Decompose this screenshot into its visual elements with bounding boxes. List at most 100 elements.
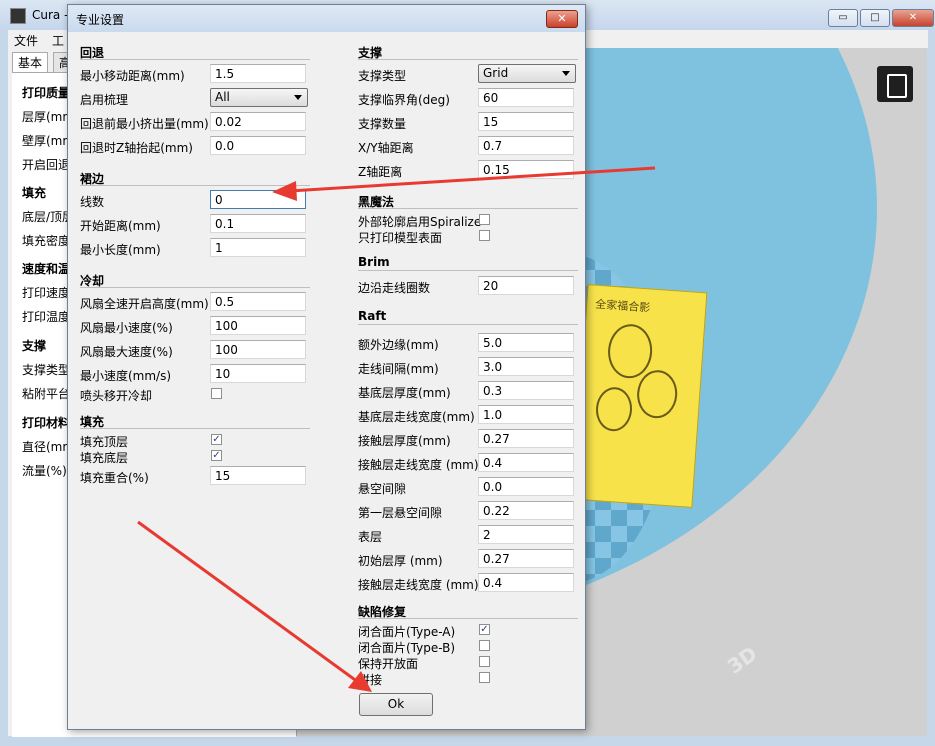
raft-setting-input[interactable]: 3.0 (478, 357, 574, 376)
support-type-select[interactable]: Grid (478, 64, 576, 83)
brim-lines-input[interactable]: 20 (478, 276, 574, 295)
spiralize-checkbox[interactable] (479, 214, 490, 225)
head-lift-label: 喷头移开冷却 (80, 389, 153, 403)
menu-file[interactable]: 文件 (14, 32, 38, 49)
raft-setting-input[interactable]: 1.0 (478, 405, 574, 424)
infill-bottom-checkbox[interactable]: ✓ (211, 450, 222, 461)
minimize-button[interactable]: ▭ (828, 9, 858, 27)
raft-setting-label: 表层 (358, 530, 383, 544)
chevron-down-icon (294, 95, 302, 100)
raft-setting-label: 基底层厚度(mm) (358, 386, 451, 400)
platform-adhesion-label: 粘附平台 (22, 387, 71, 401)
zhop-input[interactable]: 0.0 (210, 136, 306, 155)
type-b-checkbox[interactable] (479, 640, 490, 651)
infill-overlap-label: 填充重合(%) (80, 471, 149, 485)
dialog-body: 回退 最小移动距离(mm) 1.5 启用梳理 All 回退前最小挤出量(mm) … (70, 32, 583, 727)
dialog-close-button[interactable]: ✕ (546, 10, 578, 28)
min-extrusion-input[interactable]: 0.02 (210, 112, 306, 131)
type-a-label: 闭合面片(Type-A) (358, 625, 456, 639)
raft-setting-input[interactable]: 2 (478, 525, 574, 544)
model-figure (594, 386, 634, 433)
raft-setting-label: 额外边缘(mm) (358, 338, 439, 352)
section-divider (80, 428, 310, 429)
menu-tools[interactable]: 工 (52, 32, 64, 49)
surface-only-checkbox[interactable] (479, 230, 490, 241)
infill-top-checkbox[interactable]: ✓ (211, 434, 222, 445)
keep-open-checkbox[interactable] (479, 656, 490, 667)
main-close-button[interactable]: ✕ (892, 9, 934, 27)
raft-setting-input[interactable]: 0.0 (478, 477, 574, 496)
stitch-checkbox[interactable] (479, 672, 490, 683)
chevron-down-icon (562, 71, 570, 76)
support-angle-input[interactable]: 60 (478, 88, 574, 107)
support-z-input[interactable]: 0.15 (478, 160, 574, 179)
section-support: 支撑 (22, 339, 47, 353)
section-divider (358, 324, 578, 325)
raft-setting-input[interactable]: 0.4 (478, 453, 574, 472)
raft-setting-input[interactable]: 0.22 (478, 501, 574, 520)
min-speed-input[interactable]: 10 (210, 364, 306, 383)
raft-setting-label: 走线间隔(mm) (358, 362, 439, 376)
tab-basic[interactable]: 基本 (12, 52, 49, 73)
infill-bottom-label: 填充底层 (80, 451, 129, 465)
fan-max-label: 风扇最大速度(%) (80, 345, 173, 359)
min-travel-input[interactable]: 1.5 (210, 64, 306, 83)
spiralize-label: 外部轮廓启用Spiralize (358, 215, 482, 229)
raft-setting-input[interactable]: 0.4 (478, 573, 574, 592)
view-mode-icon[interactable] (877, 66, 913, 102)
comb-label: 启用梳理 (80, 93, 129, 107)
model-figure (606, 322, 654, 380)
raft-setting-label: 接触层走线宽度 (mm) (358, 458, 479, 472)
dialog-title-bar: 专业设置 ✕ (68, 5, 585, 32)
raft-setting-input[interactable]: 0.27 (478, 549, 574, 568)
raft-setting-input[interactable]: 5.0 (478, 333, 574, 352)
raft-setting-label: 第一层悬空间隙 (358, 506, 443, 520)
lithophane-model[interactable]: 全家福合影 (572, 284, 708, 508)
skirt-distance-input[interactable]: 0.1 (210, 214, 306, 233)
print-temp-label: 打印温度 (22, 310, 71, 324)
raft-setting-input[interactable]: 0.3 (478, 381, 574, 400)
raft-setting-label: 接触层厚度(mm) (358, 434, 451, 448)
support-type-label: 支撑类型 (22, 363, 71, 377)
fan-full-input[interactable]: 0.5 (210, 292, 306, 311)
section-raft: Raft (358, 309, 387, 323)
raft-setting-input[interactable]: 0.27 (478, 429, 574, 448)
section-divider (358, 208, 578, 209)
section-divider (80, 287, 310, 288)
min-extrusion-label: 回退前最小挤出量(mm) (80, 117, 209, 131)
skirt-min-length-input[interactable]: 1 (210, 238, 306, 257)
stitch-label: 拼接 (358, 673, 383, 687)
support-angle-label: 支撑临界角(deg) (358, 93, 450, 107)
comb-select-value: All (215, 90, 230, 104)
fan-min-input[interactable]: 100 (210, 316, 306, 335)
zhop-label: 回退时Z轴抬起(mm) (80, 141, 193, 155)
fan-full-label: 风扇全速开启高度(mm) (80, 297, 209, 311)
fill-density-label: 填充密度 (22, 234, 71, 248)
section-divider (80, 185, 310, 186)
infill-top-label: 填充顶层 (80, 435, 129, 449)
skirt-lines-label: 线数 (80, 195, 105, 209)
maximize-button[interactable]: □ (860, 9, 890, 27)
head-lift-checkbox[interactable] (211, 388, 222, 399)
infill-overlap-input[interactable]: 15 (210, 466, 306, 485)
ok-button[interactable]: Ok (359, 693, 433, 716)
skirt-distance-label: 开始距离(mm) (80, 219, 161, 233)
min-travel-label: 最小移动距离(mm) (80, 69, 185, 83)
support-xy-input[interactable]: 0.7 (478, 136, 574, 155)
surface-only-label: 只打印模型表面 (358, 231, 443, 245)
support-z-label: Z轴距离 (358, 165, 403, 179)
enable-retraction-label: 开启回退 (22, 158, 71, 172)
print-speed-label: 打印速度 (22, 286, 71, 300)
support-amount-input[interactable]: 15 (478, 112, 574, 131)
keep-open-label: 保持开放面 (358, 657, 419, 671)
brim-lines-label: 边沿走线圈数 (358, 281, 431, 295)
section-divider (358, 270, 578, 271)
comb-select[interactable]: All (210, 88, 308, 107)
type-b-label: 闭合面片(Type-B) (358, 641, 456, 655)
type-a-checkbox[interactable]: ✓ (479, 624, 490, 635)
min-speed-label: 最小速度(mm/s) (80, 369, 172, 383)
support-type-label: 支撑类型 (358, 69, 407, 83)
raft-setting-label: 基底层走线宽度(mm) (358, 410, 475, 424)
skirt-lines-input[interactable]: 0 (210, 190, 306, 209)
fan-max-input[interactable]: 100 (210, 340, 306, 359)
